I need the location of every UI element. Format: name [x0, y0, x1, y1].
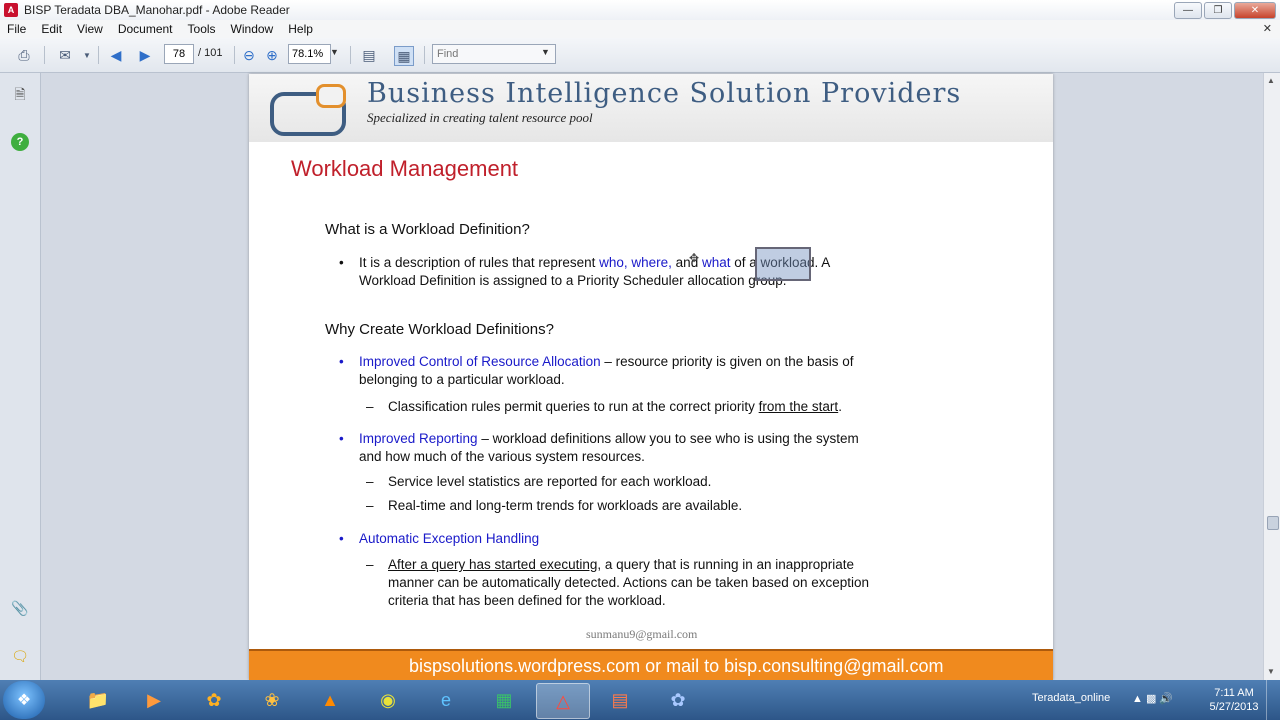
sub-bullet: – Service level statistics are reported …	[366, 474, 712, 489]
slide-footer: bispsolutions.wordpress.com or mail to b…	[249, 649, 1053, 680]
menu-help[interactable]: Help	[281, 22, 321, 36]
bullet-resource-allocation: • Improved Control of Resource Allocatio…	[339, 354, 854, 387]
toolbar-divider	[44, 46, 45, 64]
toolbar-divider	[424, 46, 425, 64]
menu-tools[interactable]: Tools	[181, 22, 224, 36]
page-total: / 101	[198, 47, 223, 59]
find-dropdown-icon[interactable]: ▼	[541, 47, 550, 57]
definition-bullet: • It is a description of rules that repr…	[339, 255, 831, 288]
toolbar-divider	[98, 46, 99, 64]
clock-date: 5/27/2013	[1209, 701, 1259, 713]
bisp-logo	[270, 84, 348, 136]
menu-document[interactable]: Document	[111, 22, 181, 36]
slide-title: Workload Management	[291, 156, 519, 181]
slide-banner: Business Intelligence Solution Providers…	[249, 74, 1053, 142]
previous-page-icon[interactable]: ◀	[107, 46, 125, 64]
navigation-panel: 🗎 ? 📎 🗨	[0, 73, 41, 680]
section-heading: Why Create Workload Definitions?	[325, 321, 554, 338]
clock-time: 7:11 AM	[1214, 687, 1254, 699]
print-icon[interactable]: ⎙	[15, 46, 33, 64]
internet-explorer-taskbar-icon[interactable]: e	[420, 683, 472, 717]
zoom-out-icon[interactable]: ⊖	[240, 46, 258, 64]
clock[interactable]: 7:11 AM 5/27/2013	[1206, 686, 1262, 714]
window-controls: — ❐ ✕	[1174, 2, 1276, 19]
tray-icons[interactable]: ▲ ▩ 🔊	[1132, 692, 1173, 705]
menu-edit[interactable]: Edit	[34, 22, 70, 36]
comments-icon[interactable]: 🗨	[11, 647, 29, 665]
share-icon[interactable]: ✉	[56, 46, 74, 64]
chevron-down-icon[interactable]: ▼	[78, 46, 96, 64]
paint-taskbar-icon[interactable]: ❀	[246, 683, 298, 717]
vlc-taskbar-icon[interactable]: ▲	[304, 683, 356, 717]
bullet-dot: •	[339, 255, 344, 270]
title-bar: A BISP Teradata DBA_Manohar.pdf - Adobe …	[0, 0, 1280, 20]
menu-bar: File Edit View Document Tools Window Hel…	[0, 20, 1280, 38]
app-taskbar-icon[interactable]: ✿	[652, 683, 704, 717]
toolbar-divider	[350, 46, 351, 64]
bullet-dot: •	[339, 531, 344, 546]
banner-title: Business Intelligence Solution Providers	[367, 78, 962, 109]
bullet-dot: •	[339, 354, 344, 369]
window-title: BISP Teradata DBA_Manohar.pdf - Adobe Re…	[24, 3, 290, 17]
footer-text: bispsolutions.wordpress.com or mail to b…	[409, 656, 944, 676]
explorer-taskbar-icon[interactable]: 📁	[72, 683, 124, 717]
scroll-up-icon[interactable]: ▲	[1267, 76, 1275, 85]
menu-window[interactable]: Window	[224, 22, 282, 36]
taskbar: ❖ 📁 ▶ ✿ ❀ ▲ ◉ e ▦ △ ▤ ✿ Teradata_online …	[0, 680, 1280, 720]
document-close-icon[interactable]: ✕	[1263, 22, 1272, 35]
bullet-exception-handling: • Automatic Exception Handling	[339, 531, 540, 546]
page-number-input[interactable]: 78	[164, 44, 194, 64]
zoom-in-icon[interactable]: ⊕	[263, 46, 281, 64]
fit-width-icon[interactable]: ▦	[394, 46, 414, 66]
close-button[interactable]: ✕	[1234, 2, 1276, 19]
adobe-reader-taskbar-icon[interactable]: △	[536, 683, 590, 719]
menu-view[interactable]: View	[70, 22, 111, 36]
mouse-cursor-icon: ✥	[689, 251, 700, 265]
media-player-taskbar-icon[interactable]: ▶	[128, 683, 180, 717]
show-desktop-button[interactable]	[1266, 680, 1280, 720]
fit-page-icon[interactable]: ▤	[360, 46, 378, 64]
app-taskbar-icon[interactable]: ✿	[188, 683, 240, 717]
help-icon[interactable]: ?	[11, 133, 29, 151]
banner-subtitle: Specialized in creating talent resource …	[367, 110, 593, 125]
next-page-icon[interactable]: ▶	[136, 46, 154, 64]
minimize-button[interactable]: —	[1174, 2, 1202, 19]
bullet-reporting: • Improved Reporting – workload definiti…	[339, 431, 859, 464]
attachments-icon[interactable]: 📎	[11, 599, 29, 617]
text-selection-highlight	[755, 247, 811, 281]
author-email: sunmanu9@gmail.com	[586, 627, 698, 641]
excel-taskbar-icon[interactable]: ▦	[478, 683, 530, 717]
menu-file[interactable]: File	[0, 22, 34, 36]
zoom-input[interactable]: 78.1%	[288, 44, 331, 64]
powerpoint-taskbar-icon[interactable]: ▤	[594, 683, 646, 717]
start-button[interactable]: ❖	[3, 681, 45, 719]
sub-bullet: – Real-time and long-term trends for wor…	[366, 498, 743, 513]
pages-icon[interactable]: 🗎	[11, 86, 29, 105]
section-heading: What is a Workload Definition?	[325, 221, 530, 238]
chrome-taskbar-icon[interactable]: ◉	[362, 683, 414, 717]
toolbar-divider	[234, 46, 235, 64]
sub-bullet: – After a query has started executing, a…	[366, 557, 870, 608]
find-input[interactable]: Find	[432, 44, 556, 64]
tray-label[interactable]: Teradata_online	[1032, 692, 1110, 704]
zoom-dropdown-icon[interactable]: ▼	[330, 47, 339, 57]
maximize-button[interactable]: ❐	[1204, 2, 1232, 19]
sub-bullet: – Classification rules permit queries to…	[366, 399, 842, 414]
scroll-down-icon[interactable]: ▼	[1267, 667, 1275, 676]
pdf-page: Business Intelligence Solution Providers…	[249, 74, 1053, 680]
vertical-scrollbar[interactable]: ▲ ▼	[1263, 73, 1280, 680]
scroll-thumb[interactable]	[1267, 516, 1279, 530]
adobe-reader-icon: A	[4, 3, 18, 17]
bullet-dot: •	[339, 431, 344, 446]
